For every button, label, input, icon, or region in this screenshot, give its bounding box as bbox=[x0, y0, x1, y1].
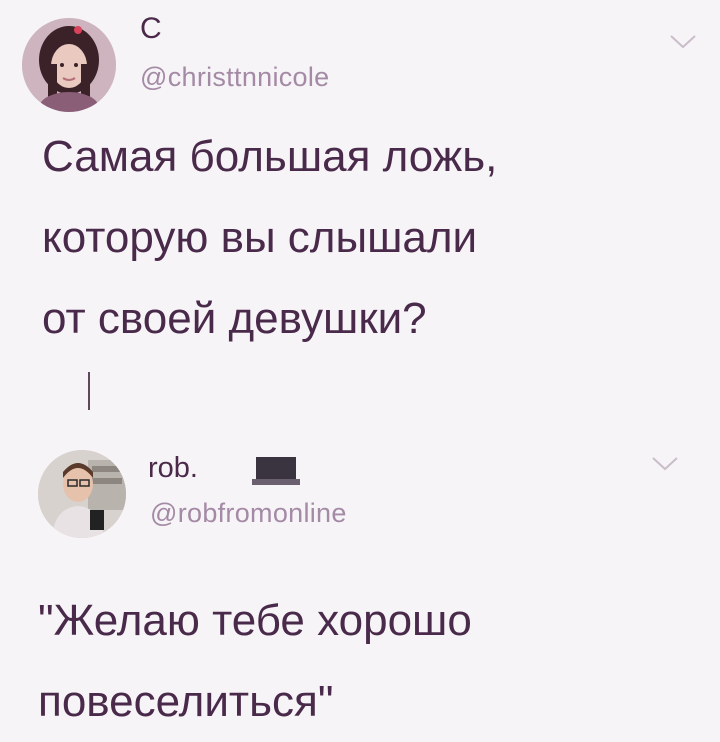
tweet-text: "Желаю тебе хорошо повеселиться" bbox=[38, 596, 472, 726]
user-handle[interactable]: @robfromonline bbox=[150, 498, 347, 529]
chevron-down-icon[interactable] bbox=[650, 452, 680, 474]
chevron-down-icon[interactable] bbox=[668, 30, 698, 52]
avatar[interactable] bbox=[22, 18, 116, 112]
user-avatar-icon bbox=[22, 18, 116, 112]
display-name[interactable]: С bbox=[140, 12, 162, 46]
tweet-original: С @christtnnicole Самая большая ложь, ко… bbox=[0, 0, 720, 440]
tweet-text: Самая большая ложь, которую вы слышали о… bbox=[42, 132, 498, 343]
laptop-emoji-icon bbox=[252, 457, 300, 485]
user-avatar-icon bbox=[38, 450, 126, 538]
user-handle[interactable]: @christtnnicole bbox=[140, 62, 329, 93]
thread-connector bbox=[88, 372, 90, 410]
avatar[interactable] bbox=[38, 450, 126, 538]
display-name[interactable]: rob. bbox=[148, 452, 198, 485]
